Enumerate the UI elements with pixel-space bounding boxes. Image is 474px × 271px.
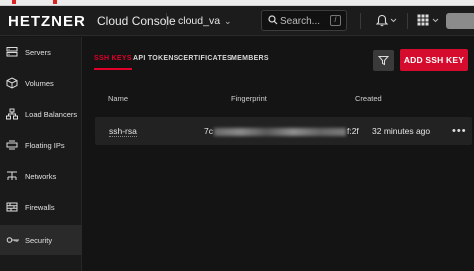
divider — [166, 13, 167, 29]
fingerprint-end: f:2f — [346, 126, 359, 136]
project-name: cloud_va — [178, 15, 221, 27]
grid-icon — [417, 14, 439, 26]
key-icon — [6, 237, 19, 243]
load-balancer-icon — [6, 108, 18, 120]
chevron-down-icon: ⌄ — [224, 16, 232, 26]
firewall-icon — [6, 202, 18, 212]
sidebar-item-label: Floating IPs — [25, 140, 65, 150]
column-header-created: Created — [355, 94, 382, 103]
search-icon — [268, 15, 278, 25]
search-input[interactable] — [280, 14, 328, 28]
apps-menu-button[interactable] — [417, 14, 443, 32]
project-selector[interactable]: cloud_va ⌄ — [178, 15, 232, 27]
tab-certificates[interactable]: CERTIFICATES — [178, 55, 232, 62]
tab-api-tokens[interactable]: API TOKENS — [133, 55, 179, 62]
table-row[interactable]: ssh-rsa 7c f:2f 32 minutes ago ••• — [95, 117, 472, 145]
top-bar: HETZNER Cloud Console cloud_va⌄ / — [0, 6, 474, 36]
sidebar-item-label: Networks — [25, 171, 57, 181]
notifications-button[interactable] — [375, 14, 398, 32]
add-ssh-key-button[interactable]: ADD SSH KEY — [400, 49, 468, 71]
search-box[interactable]: / — [261, 10, 347, 31]
more-options-icon[interactable]: ••• — [452, 125, 467, 137]
sidebar-item-firewalls[interactable]: Firewalls — [0, 192, 82, 222]
bell-icon — [375, 14, 397, 27]
hetzner-logo[interactable]: HETZNER — [8, 13, 86, 30]
fingerprint-redacted — [213, 127, 346, 136]
key-fingerprint: 7c f:2f — [204, 126, 359, 136]
network-icon — [7, 171, 17, 180]
browser-tab-indicator — [53, 0, 57, 4]
fingerprint-start: 7c — [204, 126, 213, 136]
column-header-name: Name — [108, 94, 129, 103]
filter-icon — [378, 56, 389, 66]
sidebar-item-label: Security — [25, 235, 53, 245]
divider — [360, 13, 361, 29]
product-title: Cloud Console — [97, 14, 176, 28]
key-created: 32 minutes ago — [372, 126, 431, 136]
key-name[interactable]: ssh-rsa — [109, 126, 137, 137]
sidebar: Servers Volumes Load Balancers Floating … — [0, 37, 82, 271]
sidebar-item-servers[interactable]: Servers — [0, 37, 82, 67]
filter-button[interactable] — [373, 50, 394, 71]
sidebar-item-label: Firewalls — [25, 202, 55, 212]
tab-ssh-keys[interactable]: SSH KEYS — [94, 55, 132, 70]
sidebar-item-security[interactable]: Security — [0, 225, 82, 255]
sidebar-item-networks[interactable]: Networks — [0, 161, 82, 191]
browser-tab-indicator — [12, 0, 16, 4]
sidebar-item-floating-ips[interactable]: Floating IPs — [0, 130, 82, 160]
sidebar-item-label: Volumes — [25, 78, 54, 88]
search-shortcut-badge: / — [330, 15, 341, 26]
sidebar-item-label: Load Balancers — [25, 109, 78, 119]
sidebar-item-label: Servers — [25, 47, 51, 57]
divider — [407, 13, 408, 29]
floating-ip-icon — [6, 140, 18, 150]
tab-members[interactable]: MEMBERS — [231, 55, 269, 62]
sidebar-item-load-balancers[interactable]: Load Balancers — [0, 99, 82, 129]
server-icon — [6, 47, 18, 57]
main-content: SSH KEYS API TOKENS CERTIFICATES MEMBERS… — [83, 37, 474, 271]
column-header-fingerprint: Fingerprint — [231, 94, 267, 103]
volume-icon — [6, 77, 18, 89]
avatar[interactable] — [446, 13, 474, 29]
sidebar-item-volumes[interactable]: Volumes — [0, 68, 82, 98]
